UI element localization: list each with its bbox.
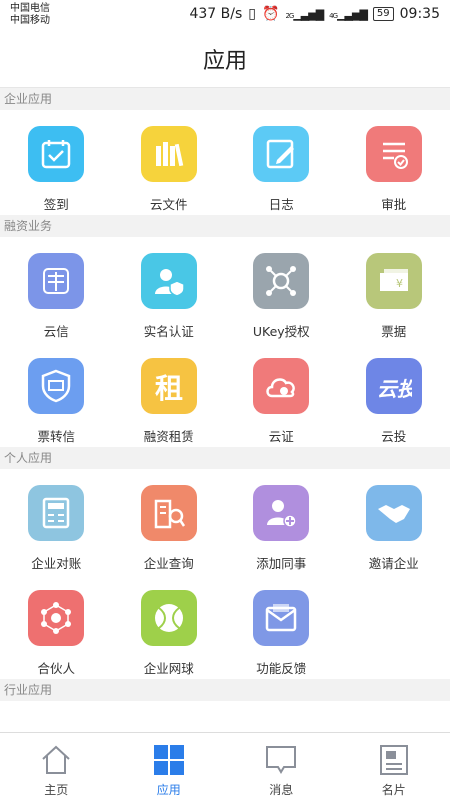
status-bar: 中国电信 中国移动 437 B/s ▯ ⏰ 2G▁▃▅▇ 4G▁▃▅▇ 59 0… <box>0 0 450 30</box>
app-tile[interactable]: UKey授权 <box>225 237 338 342</box>
card-icon <box>379 745 408 775</box>
nav-apps[interactable]: 应用 <box>113 733 226 800</box>
grid-icon <box>153 745 184 775</box>
ukey-network-icon <box>253 253 310 309</box>
vibrate-icon: ▯ <box>248 6 256 22</box>
bottom-nav: 主页 应用 消息 名片 <box>0 732 450 800</box>
nav-messages[interactable]: 消息 <box>225 733 338 800</box>
app-label: 实名认证 <box>143 324 194 339</box>
nav-card[interactable]: 名片 <box>338 733 450 800</box>
app-label: 云投 <box>381 429 407 444</box>
calendar-check-icon <box>28 126 85 182</box>
nav-home[interactable]: 主页 <box>0 733 113 800</box>
status-indicators: 437 B/s ▯ ⏰ 2G▁▃▅▇ 4G▁▃▅▇ 59 09:35 <box>189 6 440 22</box>
nav-home-label: 主页 <box>44 783 69 797</box>
section-header: 融资业务 <box>0 215 450 237</box>
app-tile[interactable]: 票转信 <box>0 342 113 447</box>
handshake-icon <box>365 485 422 541</box>
title-bar: 应用 <box>0 30 450 88</box>
app-tile[interactable]: 日志 <box>225 110 338 215</box>
app-label: 企业对账 <box>31 556 82 571</box>
signal-icon-1: 2G▁▃▅▇ <box>285 7 324 21</box>
network-icon <box>28 590 85 646</box>
home-icon <box>42 745 70 774</box>
app-label: 票据 <box>381 324 407 339</box>
signal-icon-2: 4G▁▃▅▇ <box>329 7 368 21</box>
app-tile[interactable]: 审批 <box>338 110 450 215</box>
clock: 09:35 <box>399 6 440 22</box>
nav-messages-label: 消息 <box>269 783 294 797</box>
mail-feedback-icon <box>253 590 310 646</box>
app-label: 审批 <box>381 197 407 212</box>
app-tile[interactable]: 云证 <box>225 342 338 447</box>
app-label: UKey授权 <box>252 324 310 339</box>
app-tile[interactable]: 云文件 <box>113 110 226 215</box>
nav-apps-label: 应用 <box>156 783 181 797</box>
cloud-cert-icon <box>253 358 310 414</box>
app-label: 融资租赁 <box>143 429 194 444</box>
bill-shield-icon <box>28 358 85 414</box>
carrier-2: 中国移动 <box>10 15 50 26</box>
app-tile[interactable]: 合伙人 <box>0 574 113 679</box>
cloud-invest-icon: 云投 <box>365 358 422 414</box>
app-grid: 企业对账 企业查询 添加同事 邀请企业合伙人 企业网球 功能反馈 <box>0 469 450 679</box>
alarm-icon: ⏰ <box>262 6 280 22</box>
app-tile[interactable]: 签到 <box>0 110 113 215</box>
app-tile[interactable]: 添加同事 <box>225 469 338 574</box>
app-label: 云信 <box>43 324 69 339</box>
message-icon <box>266 746 297 774</box>
app-tile[interactable]: 云信 <box>0 237 113 342</box>
svg-text:租: 租 <box>155 372 183 404</box>
app-sections: 企业应用签到 云文件 日志 审批融资业务云信 实名认证 UKey授权 ¥ 票据票转信 租融资租赁… <box>0 88 450 715</box>
app-grid: 云信实名认证UKey授权¥票据票转信租融资租赁云证云投云投 <box>0 237 450 447</box>
svg-text:云投: 云投 <box>377 377 412 401</box>
nav-card-label: 名片 <box>381 783 406 797</box>
app-tile[interactable]: ¥ 票据 <box>338 237 450 342</box>
app-tile[interactable]: 企业网球 <box>113 574 226 679</box>
empty-section <box>0 701 450 715</box>
edit-note-icon <box>253 126 310 182</box>
app-tile[interactable]: 实名认证 <box>113 237 226 342</box>
network-speed: 437 B/s <box>189 6 243 22</box>
app-tile[interactable]: 租融资租赁 <box>113 342 226 447</box>
app-tile[interactable]: 云投云投 <box>338 342 450 447</box>
building-search-icon <box>140 485 197 541</box>
svg-text:¥: ¥ <box>396 277 403 290</box>
app-label: 企业网球 <box>143 661 194 676</box>
app-label: 企业查询 <box>143 556 194 571</box>
page-title: 应用 <box>202 48 247 74</box>
app-label: 添加同事 <box>256 556 307 571</box>
app-label: 票转信 <box>37 429 75 444</box>
tennis-ball-icon <box>140 590 197 646</box>
add-user-icon <box>253 485 310 541</box>
calculator-icon <box>28 485 85 541</box>
app-label: 云证 <box>268 429 294 444</box>
app-label: 邀请企业 <box>368 556 419 571</box>
app-label: 云文件 <box>149 197 188 212</box>
app-tile[interactable]: 企业查询 <box>113 469 226 574</box>
section-header: 企业应用 <box>0 88 450 110</box>
cloud-letter-icon <box>28 253 85 309</box>
carrier-1: 中国电信 <box>10 3 50 14</box>
carrier-info: 中国电信 中国移动 <box>10 3 50 27</box>
app-tile[interactable]: 邀请企业 <box>338 469 450 574</box>
app-grid: 签到 云文件 日志 审批 <box>0 110 450 215</box>
app-label: 签到 <box>43 197 69 212</box>
lease-icon: 租 <box>140 358 197 414</box>
section-header: 个人应用 <box>0 447 450 469</box>
section-header: 行业应用 <box>0 679 450 701</box>
app-label: 日志 <box>268 197 294 212</box>
app-tile[interactable]: 企业对账 <box>0 469 113 574</box>
app-tile[interactable]: 功能反馈 <box>225 574 338 679</box>
app-label: 功能反馈 <box>256 661 307 676</box>
bill-icon: ¥ <box>365 253 422 309</box>
user-shield-icon <box>140 253 197 309</box>
app-label: 合伙人 <box>37 661 75 676</box>
battery-icon: 59 <box>372 7 394 21</box>
books-icon <box>140 126 197 182</box>
document-check-icon <box>365 126 422 182</box>
